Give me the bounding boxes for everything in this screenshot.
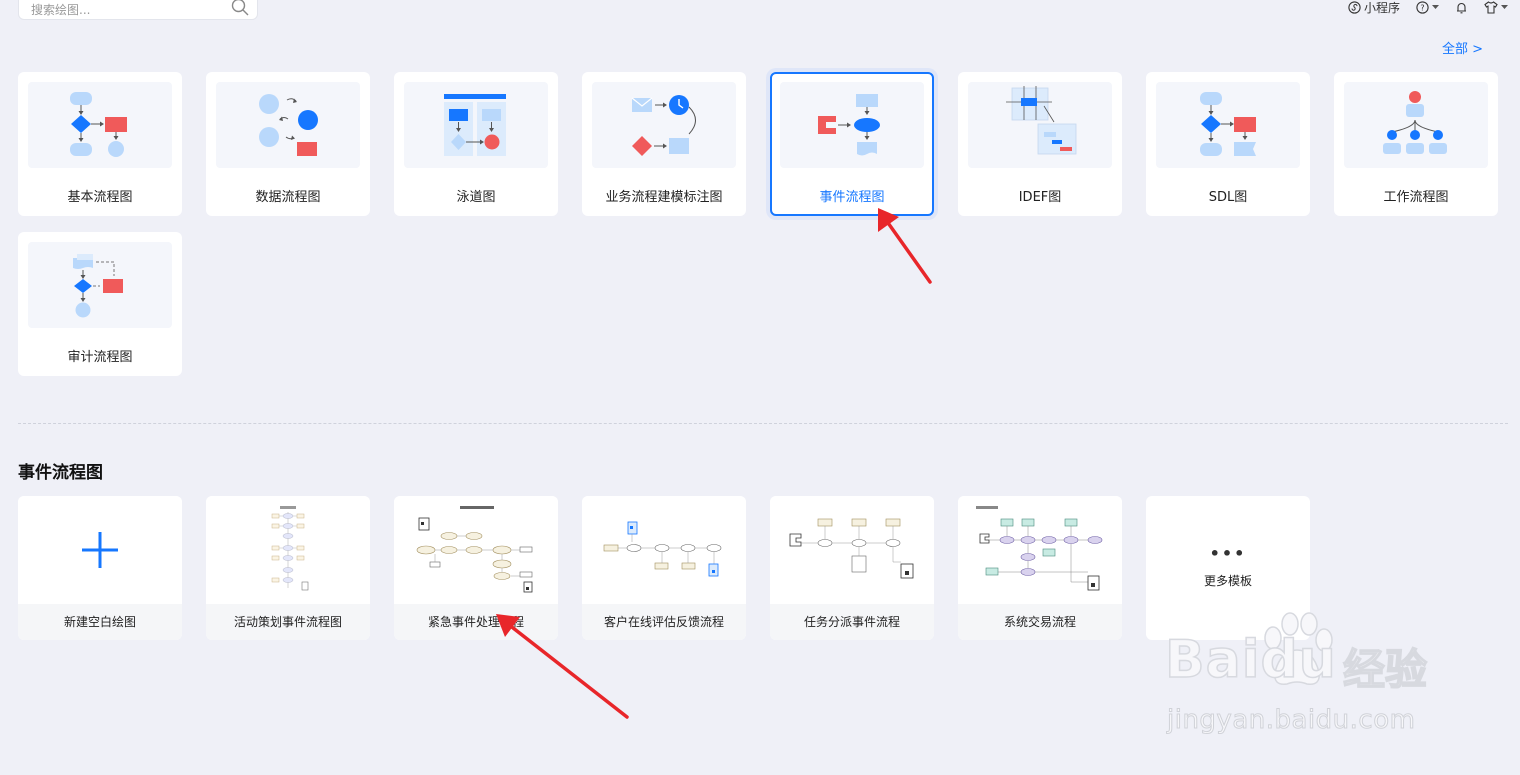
card-label: 事件流程图 <box>819 190 885 205</box>
section-title: 事件流程图 <box>18 463 103 483</box>
sdl-thumbnail <box>1156 82 1300 168</box>
baidu-jingyan-watermark: Baidu 经验 jingyan.baidu.com <box>1164 610 1455 750</box>
top-toolbar: 小程序 ? <box>1348 0 1508 16</box>
shirt-icon <box>1484 0 1498 14</box>
notification-button[interactable] <box>1455 1 1468 14</box>
red-arrow-annotation <box>878 208 932 284</box>
card-swimlane[interactable]: 泳道图 <box>394 72 558 216</box>
template-label: 客户在线评估反馈流程 <box>582 604 746 640</box>
bpmn-thumbnail <box>592 82 736 168</box>
template-label: 紧急事件处理流程 <box>394 604 558 640</box>
template-thumbnail <box>582 496 746 604</box>
card-idef[interactable]: IDEF图 <box>958 72 1122 216</box>
audit-flowchart-thumbnail <box>28 242 172 328</box>
watermark-brand: Baidu <box>1164 629 1337 691</box>
svg-text:?: ? <box>1420 3 1424 12</box>
more-templates-label: 更多模板 <box>1203 574 1252 588</box>
search-placeholder: 搜索绘图... <box>31 3 91 17</box>
template-card-activity-planning[interactable]: 活动策划事件流程图 <box>206 496 370 640</box>
swimlane-thumbnail <box>404 82 548 168</box>
search-box[interactable]: 搜索绘图... <box>18 0 258 20</box>
data-flowchart-thumbnail <box>216 82 360 168</box>
card-label: IDEF图 <box>1018 190 1062 205</box>
card-workflow[interactable]: 工作流程图 <box>1334 72 1498 216</box>
miniprogram-icon <box>1348 0 1361 14</box>
card-bpmn[interactable]: 业务流程建模标注图 <box>582 72 746 216</box>
idef-thumbnail <box>968 82 1112 168</box>
basic-flowchart-thumbnail <box>28 82 172 168</box>
watermark-product: 经验 <box>1342 644 1428 695</box>
search-icon[interactable] <box>231 0 249 20</box>
template-thumbnail <box>770 496 934 604</box>
miniprogram-button[interactable]: 小程序 <box>1348 0 1400 16</box>
template-card-customer-evaluation[interactable]: 客户在线评估反馈流程 <box>582 496 746 640</box>
bell-icon <box>1457 2 1466 13</box>
miniprogram-label: 小程序 <box>1363 0 1400 15</box>
card-label: 数据流程图 <box>255 190 321 205</box>
template-thumbnail <box>394 496 558 604</box>
plus-icon <box>18 496 182 604</box>
card-sdl[interactable]: SDL图 <box>1146 72 1310 216</box>
event-flowchart-thumbnail <box>780 82 924 168</box>
template-card-system-transaction[interactable]: 系统交易流程 <box>958 496 1122 640</box>
card-basic-flowchart[interactable]: 基本流程图 <box>18 72 182 216</box>
more-dots-icon: ••• <box>1209 544 1247 563</box>
section-divider <box>18 423 1508 424</box>
all-templates-link[interactable]: 全部 > <box>1442 38 1483 57</box>
skin-button[interactable] <box>1484 0 1508 14</box>
chevron-down-icon <box>1501 4 1508 9</box>
chevron-down-icon <box>1432 4 1439 9</box>
card-label: 泳道图 <box>456 190 496 205</box>
card-audit-flowchart[interactable]: 审计流程图 <box>18 232 182 376</box>
template-label: 新建空白绘图 <box>18 604 182 640</box>
template-thumbnail <box>958 496 1122 604</box>
card-label: 业务流程建模标注图 <box>605 190 723 205</box>
template-thumbnail <box>206 496 370 604</box>
new-blank-drawing-card[interactable]: 新建空白绘图 <box>18 496 182 640</box>
template-label: 任务分派事件流程 <box>770 604 934 640</box>
template-label: 系统交易流程 <box>958 604 1122 640</box>
watermark-url: jingyan.baidu.com <box>1166 705 1416 736</box>
template-label: 活动策划事件流程图 <box>206 604 370 640</box>
card-data-flowchart[interactable]: 数据流程图 <box>206 72 370 216</box>
card-label: 基本流程图 <box>67 190 133 205</box>
workflow-thumbnail <box>1344 82 1488 168</box>
card-event-flowchart[interactable]: 事件流程图 <box>770 72 934 216</box>
template-card-task-assignment[interactable]: 任务分派事件流程 <box>770 496 934 640</box>
card-label: 审计流程图 <box>67 350 133 365</box>
card-label: SDL图 <box>1208 190 1248 205</box>
card-label: 工作流程图 <box>1383 190 1449 205</box>
template-card-emergency-handling[interactable]: 紧急事件处理流程 <box>394 496 558 640</box>
help-icon: ? <box>1416 0 1429 14</box>
help-button[interactable]: ? <box>1416 0 1439 14</box>
